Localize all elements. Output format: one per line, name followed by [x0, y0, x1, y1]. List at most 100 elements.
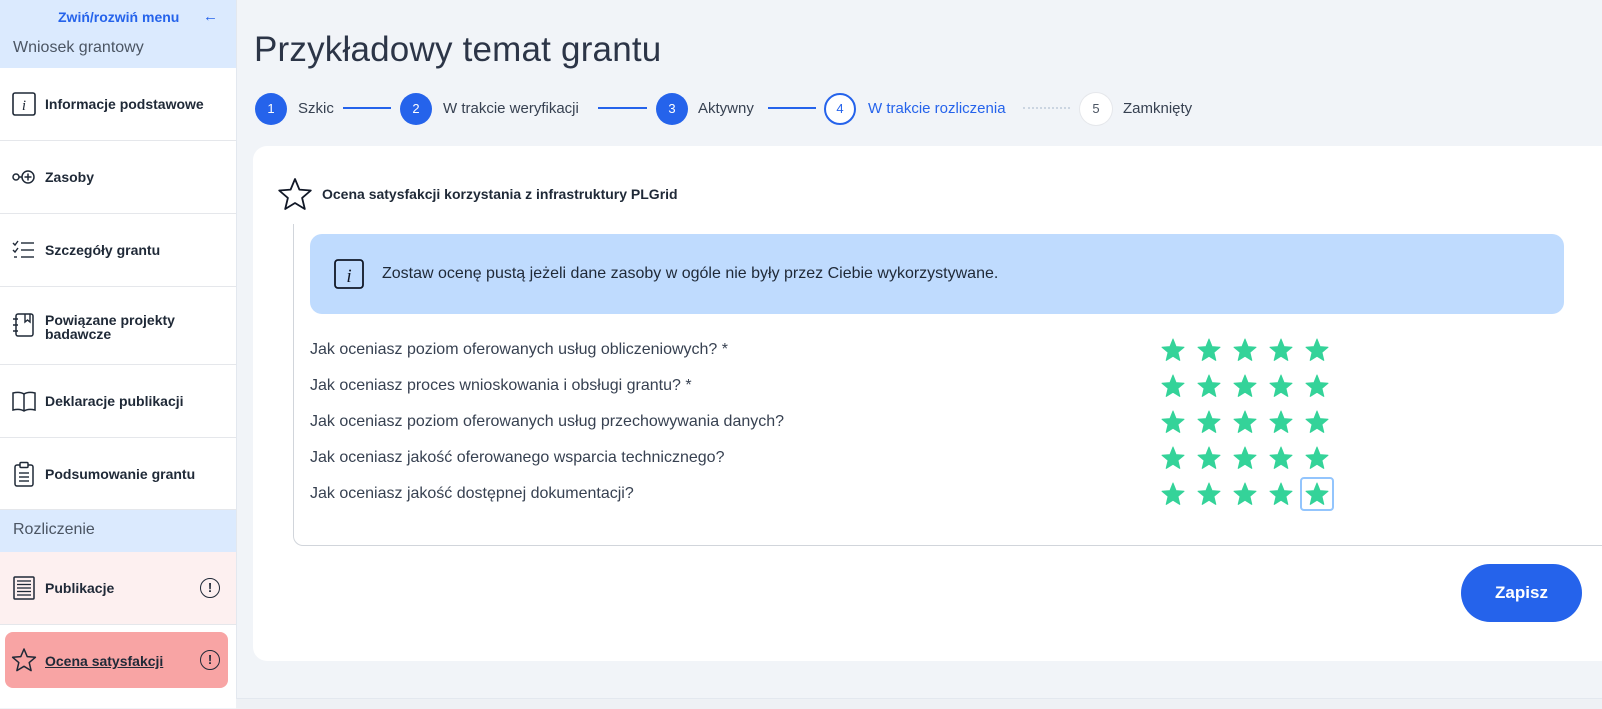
checklist-icon: [12, 240, 34, 258]
alert-icon: !: [200, 578, 220, 598]
step-2-label: W trakcie weryfikacji: [443, 100, 579, 117]
save-button[interactable]: Zapisz: [1461, 564, 1582, 622]
rating-star-5[interactable]: [1302, 443, 1332, 473]
rating-star-5[interactable]: [1302, 371, 1332, 401]
step-connector: [768, 107, 816, 109]
rating-star-2[interactable]: [1194, 443, 1224, 473]
rating-star-4[interactable]: [1266, 443, 1296, 473]
rating-star-1[interactable]: [1158, 479, 1188, 509]
question-label: Jak oceniasz proces wnioskowania i obsłu…: [310, 377, 692, 394]
rating-star-4[interactable]: [1266, 479, 1296, 509]
star-icon: [1161, 410, 1185, 433]
star-icon: [1197, 374, 1221, 397]
rating-star-3[interactable]: [1230, 479, 1260, 509]
sidebar-item-basic-info[interactable]: i Informacje podstawowe: [0, 68, 236, 141]
rating-star-1[interactable]: [1158, 407, 1188, 437]
rating-star-1[interactable]: [1158, 335, 1188, 365]
star-icon: [1269, 374, 1293, 397]
rating-star-3[interactable]: [1230, 335, 1260, 365]
step-4-circle: 4: [824, 93, 856, 125]
star-icon: [1197, 410, 1221, 433]
star-icon: [1305, 410, 1329, 433]
question-label: Jak oceniasz poziom oferowanych usług ob…: [310, 341, 728, 358]
sidebar-item-label: Zasoby: [45, 169, 95, 185]
notebook-icon: [13, 313, 34, 337]
page-title: Przykładowy temat grantu: [254, 30, 662, 69]
sidebar-item-label: Informacje podstawowe: [45, 96, 204, 112]
rating-star-2[interactable]: [1194, 371, 1224, 401]
document-list-icon: [13, 576, 35, 600]
bottom-bar: [236, 698, 1602, 709]
star-outline-icon: [11, 648, 37, 672]
sidebar-item-publication-declarations[interactable]: Deklaracje publikacji: [0, 365, 236, 438]
star-icon: [1305, 338, 1329, 361]
sidebar-item-related-projects[interactable]: Powiązane projekty badawcze: [0, 287, 236, 365]
info-notice: i Zostaw ocenę pustą jeżeli dane zasoby …: [310, 234, 1564, 314]
sidebar: Zwiń/rozwiń menu ← Wniosek grantowy i In…: [0, 0, 237, 708]
rating-star-1[interactable]: [1158, 443, 1188, 473]
step-2-circle: 2: [400, 93, 432, 125]
star-outline-icon: [278, 178, 312, 210]
rating-star-2[interactable]: [1194, 479, 1224, 509]
star-icon: [1197, 482, 1221, 505]
rating-stars[interactable]: [1158, 477, 1338, 511]
star-icon: [1161, 374, 1185, 397]
rating-stars[interactable]: [1158, 335, 1338, 365]
star-icon: [1305, 446, 1329, 469]
rating-star-3[interactable]: [1230, 407, 1260, 437]
sidebar-item-satisfaction-rating[interactable]: Ocena satysfakcji !: [5, 632, 228, 688]
question-label: Jak oceniasz jakość dostępnej dokumentac…: [310, 485, 634, 502]
star-icon: [1161, 446, 1185, 469]
svg-text:i: i: [22, 98, 26, 114]
rating-star-5[interactable]: [1302, 407, 1332, 437]
star-icon: [1197, 338, 1221, 361]
sidebar-item-publications[interactable]: Publikacje !: [0, 552, 236, 625]
info-icon: i: [12, 92, 36, 116]
rating-star-3[interactable]: [1230, 371, 1260, 401]
sidebar-item-label: Ocena satysfakcji: [45, 653, 164, 669]
info-icon: i: [334, 259, 364, 289]
resources-icon: [12, 170, 35, 184]
star-icon: [1305, 482, 1329, 505]
sidebar-item-label: Powiązane projekty badawcze: [45, 312, 175, 342]
star-icon: [1161, 338, 1185, 361]
alert-icon: !: [200, 650, 220, 670]
rating-star-2[interactable]: [1194, 335, 1224, 365]
rating-star-4[interactable]: [1266, 407, 1296, 437]
rating-star-4[interactable]: [1266, 335, 1296, 365]
step-connector: [343, 107, 391, 109]
rating-star-3[interactable]: [1230, 443, 1260, 473]
rating-stars[interactable]: [1158, 407, 1338, 437]
step-3-label: Aktywny: [698, 100, 754, 117]
question-label: Jak oceniasz jakość oferowanego wsparcia…: [310, 449, 725, 466]
section-title-settlement: Rozliczenie: [13, 521, 95, 538]
sidebar-item-label: Podsumowanie grantu: [45, 466, 196, 482]
step-connector: [598, 107, 647, 109]
sidebar-item-grant-details[interactable]: Szczegóły grantu: [0, 214, 236, 287]
clipboard-icon: [14, 461, 34, 487]
rating-star-5[interactable]: [1300, 477, 1334, 511]
rating-stars[interactable]: [1158, 443, 1338, 473]
book-icon: [12, 391, 36, 412]
step-1-label: Szkic: [298, 100, 334, 117]
survey-title: Ocena satysfakcji korzystania z infrastr…: [322, 186, 678, 202]
sidebar-header: Zwiń/rozwiń menu ← Wniosek grantowy: [0, 0, 236, 68]
step-1-circle: 1: [255, 93, 287, 125]
arrow-left-icon[interactable]: ←: [203, 8, 218, 25]
sidebar-item-resources[interactable]: Zasoby: [0, 141, 236, 214]
rating-star-2[interactable]: [1194, 407, 1224, 437]
star-icon: [1233, 446, 1257, 469]
rating-star-4[interactable]: [1266, 371, 1296, 401]
sidebar-item-grant-summary[interactable]: Podsumowanie grantu: [0, 438, 236, 510]
sidebar-item-label: Deklaracje publikacji: [45, 393, 184, 409]
collapse-menu-link[interactable]: Zwiń/rozwiń menu: [58, 9, 179, 25]
star-icon: [1269, 446, 1293, 469]
rating-star-5[interactable]: [1302, 335, 1332, 365]
star-icon: [1233, 374, 1257, 397]
info-text: Zostaw ocenę pustą jeżeli dane zasoby w …: [382, 265, 999, 282]
sidebar-item-label: Szczegóły grantu: [45, 242, 161, 258]
step-connector-pending: [1023, 107, 1070, 109]
rating-star-1[interactable]: [1158, 371, 1188, 401]
svg-text:i: i: [346, 266, 351, 287]
rating-stars[interactable]: [1158, 371, 1338, 401]
